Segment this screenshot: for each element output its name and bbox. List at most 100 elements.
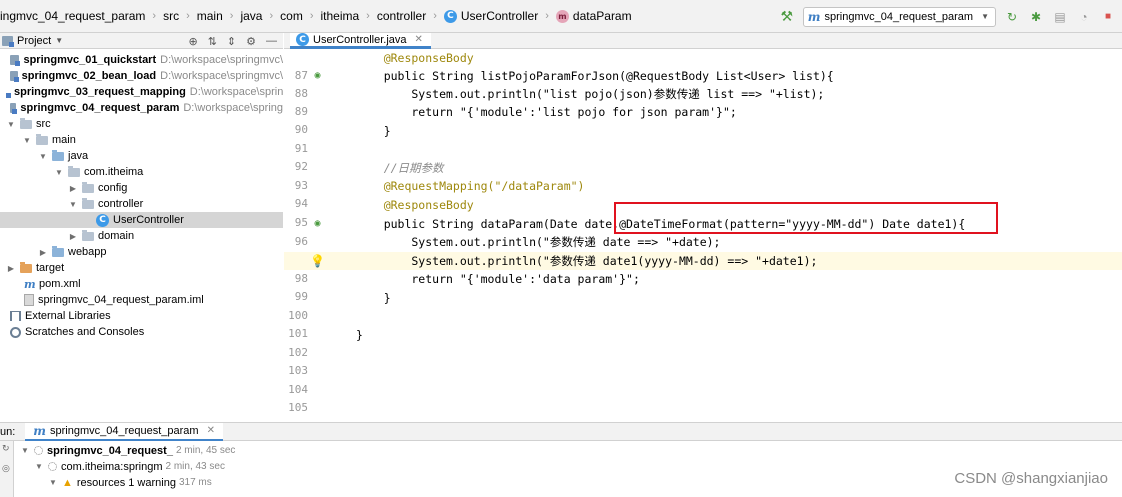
lightbulb-icon[interactable]: 💡 [310, 254, 325, 268]
chevron-right-icon[interactable]: ▶ [68, 232, 78, 241]
code-line[interactable]: 97 System.out.println("参数传递 date ==> "+d… [284, 233, 1122, 266]
tree-item-src[interactable]: ▼ src [0, 116, 283, 132]
progress-spinner-icon [48, 462, 57, 471]
run-tab[interactable]: m springmvc_04_request_param ✕ [25, 422, 223, 441]
tree-item-main[interactable]: ▼ main [0, 132, 283, 148]
tree-item-module[interactable]: springmvc_03_request_mapping D:\workspace… [0, 84, 283, 100]
tree-item-pom[interactable]: m pom.xml [0, 276, 283, 292]
tab-usercontroller[interactable]: C UserController.java ✕ [290, 33, 431, 49]
code-text: @RequestMapping("/dataParam") [356, 177, 585, 195]
chevron-right-icon[interactable]: ▶ [6, 264, 16, 273]
chevron-down-icon[interactable]: ▼ [68, 200, 78, 209]
breadcrumb-itheima[interactable]: itheima [320, 9, 359, 23]
package-icon [82, 229, 94, 241]
tree-item-package[interactable]: ▼ com.itheima [0, 164, 283, 180]
code-line[interactable]: 106 [284, 400, 1122, 422]
comment-token: //日期参数 [356, 161, 444, 175]
chevron-right-icon[interactable]: ▶ [68, 184, 78, 193]
code-line[interactable]: 91 } [284, 122, 1122, 155]
gear-icon[interactable]: ⚙ [246, 35, 256, 48]
tree-item-java[interactable]: ▼ java [0, 148, 283, 164]
rerun-icon[interactable]: ↻ [1004, 9, 1020, 25]
breadcrumb-label: itheima [320, 9, 360, 23]
coverage-icon[interactable]: ▤ [1052, 9, 1068, 25]
code-editor[interactable]: 87 @ResponseBody 88 ◉ public String list… [284, 50, 1122, 422]
close-icon[interactable]: ✕ [207, 425, 215, 436]
code-text: System.out.println("参数传递 date ==> "+date… [356, 233, 720, 251]
code-line[interactable]: 92 [284, 140, 1122, 173]
code-line[interactable]: 100 } [284, 289, 1122, 322]
code-line[interactable]: 105 [284, 381, 1122, 414]
chevron-right-icon[interactable]: ▶ [38, 248, 48, 257]
tree-item-module[interactable]: springmvc_02_bean_load D:\workspace\sprin… [0, 68, 283, 84]
tree-item-module[interactable]: springmvc_04_request_param D:\workspace\s… [0, 100, 283, 116]
run-configuration-select[interactable]: m springmvc_04_request_param ▼ [802, 6, 996, 27]
locate-icon[interactable]: ⊕ [188, 35, 197, 48]
run-item-time: 317 ms [178, 477, 212, 488]
tree-item-iml[interactable]: springmvc_04_request_param.iml [0, 292, 283, 308]
chevron-down-icon[interactable]: ▼ [20, 446, 30, 455]
tree-item-label: webapp [68, 246, 107, 258]
run-tree-row[interactable]: ▼ com.itheima:springm 2 min, 43 sec [34, 459, 225, 474]
settings-icon[interactable]: ◎ [2, 463, 10, 474]
breadcrumb-com[interactable]: com [280, 9, 303, 23]
tree-item-module[interactable]: springmvc_01_quickstart D:\workspace\spri… [0, 52, 283, 68]
code-line[interactable]: 101 [284, 307, 1122, 340]
breadcrumb-main[interactable]: main [197, 9, 223, 23]
tree-item-target[interactable]: ▶ target [0, 260, 283, 276]
breadcrumb-usercontroller[interactable]: C UserController [443, 9, 539, 23]
rerun-icon[interactable]: ↻ [2, 443, 10, 454]
code-line[interactable]: 87 @ResponseBody [284, 50, 1122, 82]
breadcrumb-label: UserController [460, 9, 539, 23]
breadcrumb-dataparam[interactable]: m dataParam [555, 9, 632, 23]
tree-item-config[interactable]: ▶ config [0, 180, 283, 196]
code-line-current[interactable]: 98 💡 System.out.println("参数传递 date1(yyyy… [284, 252, 1122, 285]
project-panel-title[interactable]: Project [17, 35, 51, 47]
build-hammer-icon[interactable]: ⚒ [779, 8, 795, 25]
chevron-down-icon[interactable]: ▼ [48, 478, 58, 487]
hide-icon[interactable]: — [266, 35, 277, 47]
code-line[interactable]: 93 //日期参数 [284, 159, 1122, 192]
code-line[interactable]: 103 [284, 344, 1122, 377]
breadcrumb-java[interactable]: java [240, 9, 262, 23]
breadcrumb-controller[interactable]: controller [377, 9, 426, 23]
chevron-down-icon[interactable]: ▼ [54, 168, 64, 177]
code-line[interactable]: 102 } [284, 326, 1122, 359]
run-tree-row[interactable]: ▼ springmvc_04_request_ 2 min, 45 sec [20, 443, 235, 458]
close-icon[interactable]: ✕ [415, 34, 423, 45]
code-line[interactable]: 99 return "{'module':'data param'}"; [284, 270, 1122, 303]
expand-icon[interactable]: ⇕ [227, 35, 236, 48]
tree-item-path: D:\workspace\springmvc\ [160, 70, 283, 82]
tree-item-webapp[interactable]: ▶ webapp [0, 244, 283, 260]
chevron-down-icon[interactable]: ▼ [6, 120, 16, 129]
code-line[interactable]: 88 ◉ public String listPojoParamForJson(… [284, 67, 1122, 100]
profile-icon[interactable]: ◔ [1076, 9, 1092, 25]
code-line[interactable]: 89 System.out.println("list pojo(json)参数… [284, 85, 1122, 118]
code-line[interactable]: 90 return "{'module':'list pojo for json… [284, 103, 1122, 136]
tree-item-controller[interactable]: ▼ controller [0, 196, 283, 212]
run-tree-row[interactable]: ▼ ▲ resources 1 warning 317 ms [48, 475, 212, 490]
tree-item-external-libraries[interactable]: External Libraries [0, 308, 283, 324]
breadcrumb-project[interactable]: ingmvc_04_request_param [0, 9, 145, 23]
chevron-down-icon[interactable]: ▼ [34, 462, 44, 471]
collapse-all-icon[interactable]: ⇅ [208, 35, 217, 48]
source-folder-icon [52, 149, 64, 161]
tree-item-scratches[interactable]: Scratches and Consoles [0, 324, 283, 340]
chevron-down-icon[interactable]: ▼ [55, 36, 63, 45]
chevron-down-icon[interactable]: ▼ [38, 152, 48, 161]
breadcrumb-src[interactable]: src [163, 9, 179, 23]
stop-icon[interactable]: ■ [1100, 9, 1116, 25]
module-icon [10, 55, 21, 66]
endpoint-run-icon[interactable]: ◉ [311, 217, 324, 230]
annotation-token: @RequestMapping("/dataParam") [356, 179, 585, 193]
toolbar-right: ⚒ m springmvc_04_request_param ▼ ↻ ✱ ▤ ◔… [779, 0, 1122, 33]
code-line[interactable]: 104 [284, 363, 1122, 396]
endpoint-run-icon[interactable]: ◉ [311, 69, 324, 82]
tree-item-domain[interactable]: ▶ domain [0, 228, 283, 244]
module-icon [10, 71, 19, 82]
code-line[interactable]: 94 @RequestMapping("/dataParam") [284, 177, 1122, 210]
package-icon [82, 181, 94, 193]
debug-bug-icon[interactable]: ✱ [1028, 9, 1044, 25]
chevron-down-icon[interactable]: ▼ [22, 136, 32, 145]
tree-item-usercontroller[interactable]: C UserController [0, 212, 283, 228]
